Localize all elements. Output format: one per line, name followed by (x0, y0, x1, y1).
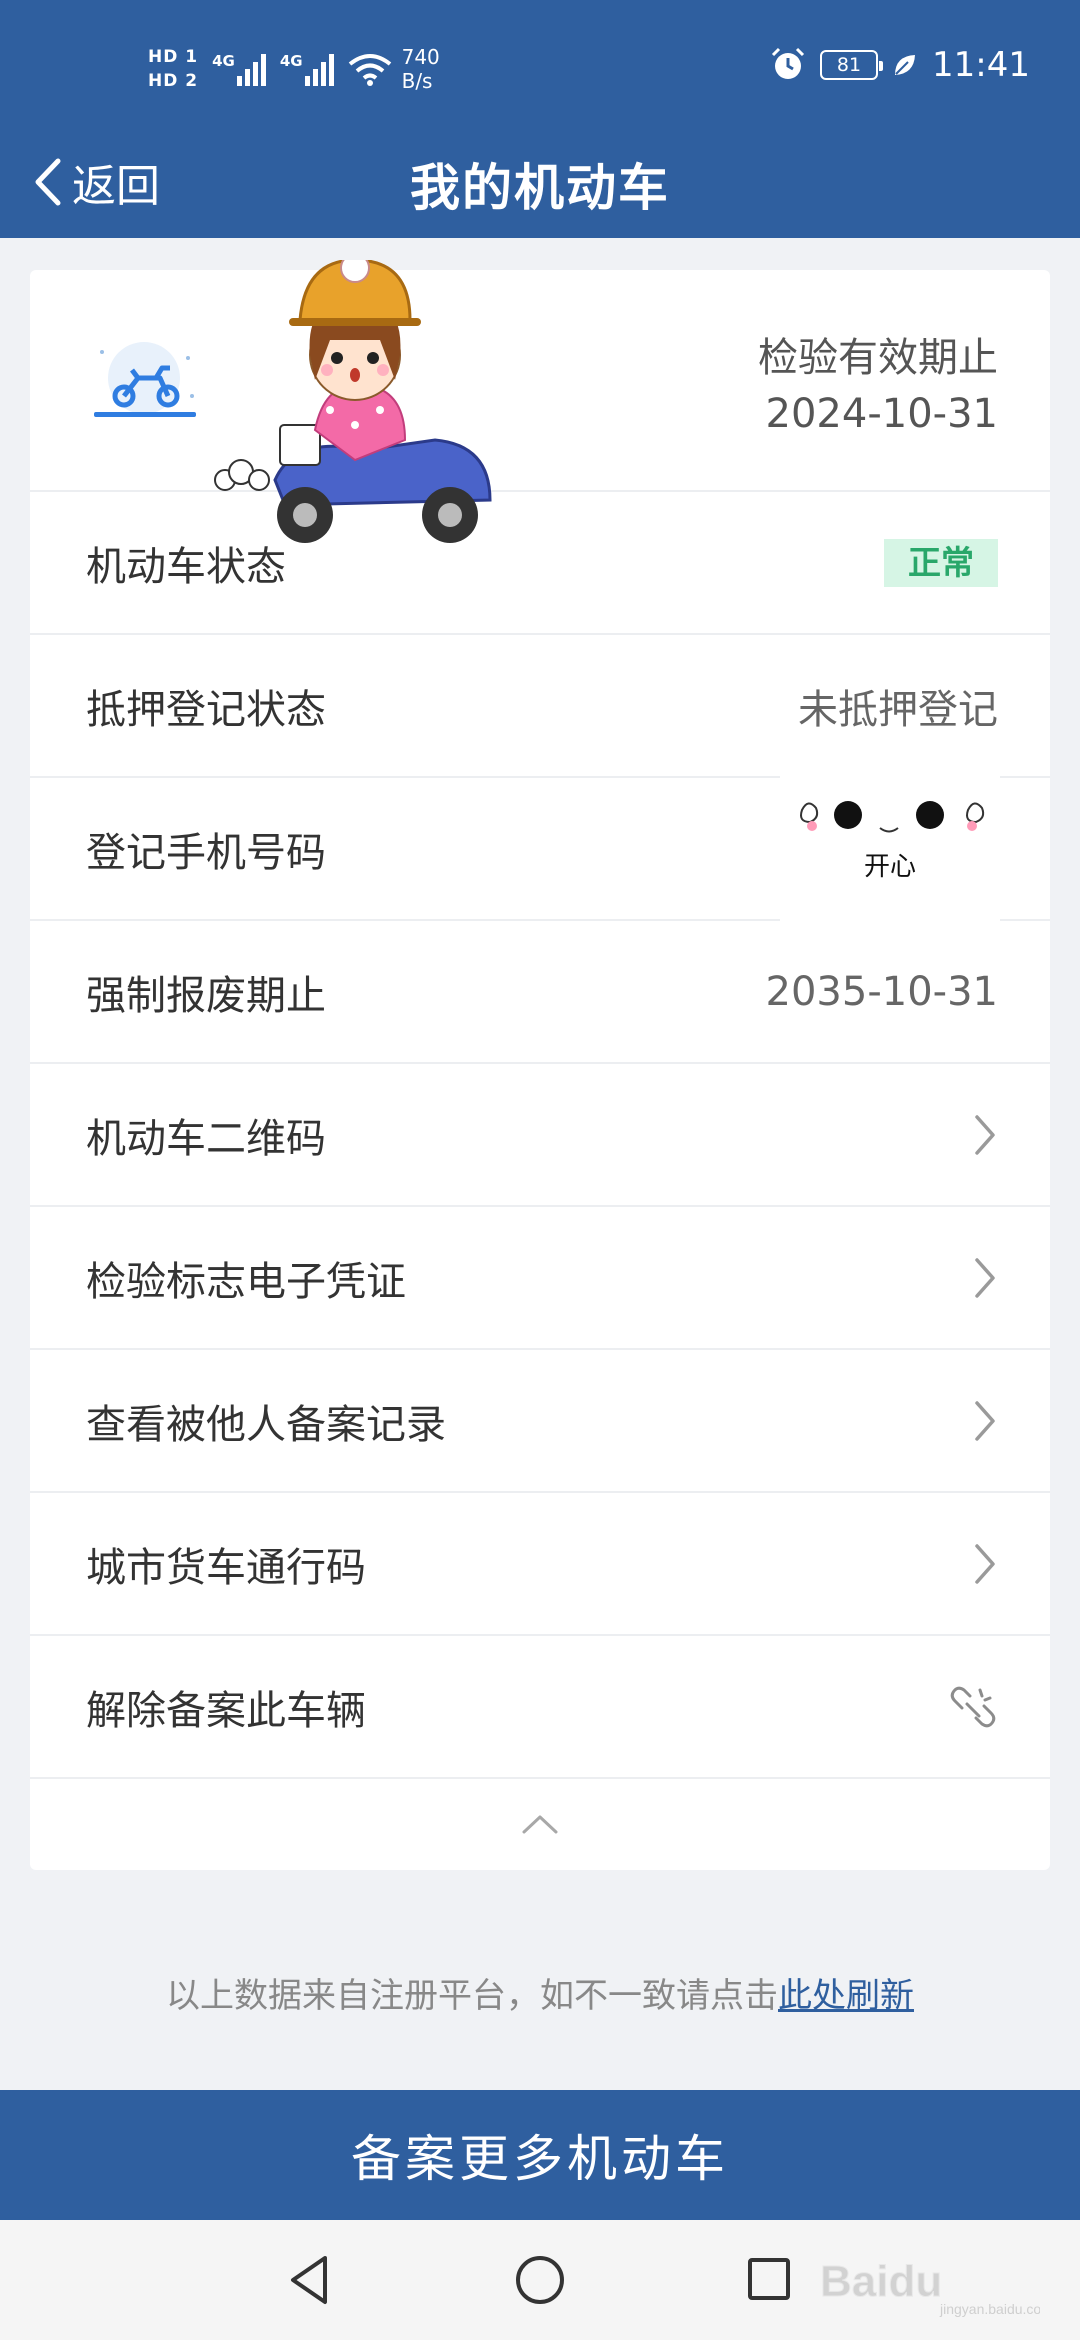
speed-value: 740 (401, 45, 440, 69)
truck-pass-label: 城市货车通行码 (86, 1544, 366, 1591)
chevron-right-icon (975, 1114, 995, 1155)
signal-1: 4G (212, 52, 266, 86)
filing-records-label: 查看被他人备案记录 (86, 1401, 446, 1448)
inspection-label: 检验有效期止 (758, 335, 998, 381)
sim-indicators: HD 1 HD 2 (148, 47, 198, 91)
inspection-e-cert-label: 检验标志电子凭证 (86, 1258, 406, 1305)
mortgage-status-label: 抵押登记状态 (86, 686, 326, 733)
system-recent-apps-icon[interactable] (746, 2256, 792, 2302)
vehicle-qrcode-label: 机动车二维码 (86, 1115, 326, 1162)
row-truck-pass[interactable]: 城市货车通行码 (30, 1493, 1050, 1636)
register-more-vehicles-button[interactable]: 备案更多机动车 (0, 2090, 1080, 2220)
signal-bars-icon (304, 52, 334, 86)
network-type-1: 4G (212, 52, 235, 70)
status-left: HD 1 HD 2 4G 4G 740 B/s (148, 34, 440, 104)
system-nav-bar: Baidu jingyan.baidu.com (0, 2220, 1080, 2340)
row-inspection-e-cert[interactable]: 检验标志电子凭证 (30, 1207, 1050, 1350)
vehicle-summary: 检验有效期止 2024-10-31 (30, 270, 1050, 492)
chevron-right-icon (975, 1400, 995, 1441)
vehicle-card: 检验有效期止 2024-10-31 机动车状态 正常 抵押登记状态 未抵押登记 … (30, 270, 1050, 1870)
cartoon-girl-scooter-sticker (214, 260, 492, 543)
wifi-icon (348, 54, 391, 86)
inspection-date: 2024-10-31 (765, 391, 998, 437)
nav-bar: 我的机动车 返回 (0, 130, 1080, 238)
back-label: 返回 (72, 161, 160, 212)
scrap-deadline-value: 2035-10-31 (765, 968, 998, 1015)
network-speed: 740 B/s (402, 45, 440, 93)
unlink-icon (950, 1686, 996, 1727)
sim1-indicator: HD 1 (148, 47, 199, 67)
status-right: 81 11:41 (770, 40, 1030, 90)
status-bar: HD 1 HD 2 4G 4G 740 B/s 81 11:41 (0, 0, 1080, 130)
status-time: 11:41 (932, 45, 1030, 85)
chevron-up-icon (522, 1815, 558, 1834)
sim2-indicator: HD 2 (148, 71, 199, 91)
row-unbind-vehicle[interactable]: 解除备案此车辆 (30, 1636, 1050, 1779)
row-scrap-deadline: 强制报废期止 2035-10-31 (30, 921, 1050, 1064)
chevron-left-icon (35, 158, 61, 206)
alarm-icon (771, 47, 805, 79)
row-mortgage-status: 抵押登记状态 未抵押登记 (30, 635, 1050, 778)
network-type-2: 4G (279, 52, 303, 70)
scrap-deadline-label: 强制报废期止 (86, 972, 326, 1019)
battery-level: 81 (836, 54, 862, 76)
signal-2: 4G (280, 52, 334, 86)
app-header: HD 1 HD 2 4G 4G 740 B/s 81 11:41 我的机动车 返… (0, 0, 1080, 238)
row-filing-records[interactable]: 查看被他人备案记录 (30, 1350, 1050, 1493)
chevron-right-icon (975, 1543, 995, 1584)
system-back-icon[interactable] (285, 2252, 333, 2308)
back-button[interactable]: 返回 (32, 150, 160, 214)
status-badge: 正常 (884, 538, 998, 587)
row-vehicle-status: 机动车状态 正常 (30, 492, 1050, 635)
chevron-right-icon (975, 1257, 995, 1298)
battery-icon: 81 (820, 50, 884, 80)
system-home-icon[interactable] (514, 2254, 566, 2306)
watermark-logo-icon: Baidu jingyan.baidu.com (820, 2257, 1040, 2318)
leaf-icon (895, 55, 916, 75)
face-sticker-text: 开心 (864, 852, 916, 882)
svg-text:Baidu: Baidu (820, 2257, 942, 2306)
unbind-vehicle-label: 解除备案此车辆 (86, 1687, 366, 1734)
speed-unit: B/s (401, 69, 433, 93)
data-source-note: 以上数据来自注册平台，如不一致请点击此处刷新 (0, 1968, 1080, 2017)
signal-bars-icon (236, 52, 266, 86)
motorcycle-icon (94, 342, 196, 417)
inspection-expiry: 检验有效期止 2024-10-31 (758, 330, 998, 442)
page-title: 我的机动车 (410, 159, 670, 217)
svg-text:jingyan.baidu.com: jingyan.baidu.com (939, 2301, 1040, 2317)
collapse-button[interactable] (30, 1779, 1050, 1869)
refresh-link[interactable]: 此处刷新 (778, 1976, 914, 2016)
registered-phone-label: 登记手机号码 (86, 829, 326, 876)
data-source-text: 以上数据来自注册平台，如不一致请点击 (166, 1976, 778, 2016)
happy-face-sticker: 开心 (780, 760, 1000, 930)
row-vehicle-qrcode[interactable]: 机动车二维码 (30, 1064, 1050, 1207)
mortgage-status-value: 未抵押登记 (798, 686, 998, 733)
